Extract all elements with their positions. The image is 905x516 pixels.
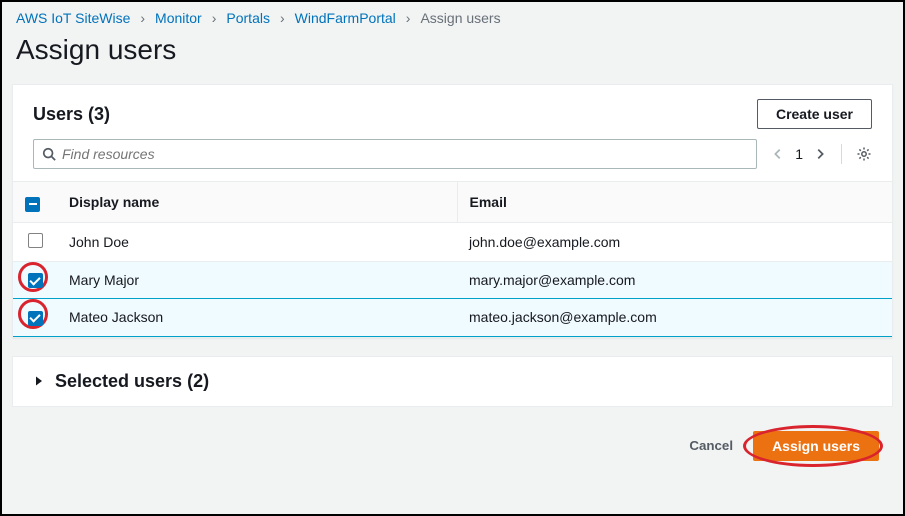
assign-users-button[interactable]: Assign users: [753, 431, 879, 461]
divider: [841, 144, 842, 164]
cell-display-name: Mateo Jackson: [57, 299, 457, 337]
expand-toggle[interactable]: [33, 375, 45, 387]
users-toolbar: 1: [13, 139, 892, 181]
cell-email: mateo.jackson@example.com: [457, 299, 892, 337]
breadcrumb: AWS IoT SiteWise › Monitor › Portals › W…: [2, 2, 903, 30]
create-user-button[interactable]: Create user: [757, 99, 872, 129]
app-frame: AWS IoT SiteWise › Monitor › Portals › W…: [0, 0, 905, 516]
chevron-right-icon: ›: [280, 10, 285, 26]
next-page-button[interactable]: [813, 147, 827, 161]
breadcrumb-monitor[interactable]: Monitor: [155, 10, 202, 26]
select-all-checkbox[interactable]: [25, 197, 40, 212]
page-title: Assign users: [2, 30, 903, 80]
chevron-right-icon: ›: [212, 10, 217, 26]
column-display-name[interactable]: Display name: [57, 182, 457, 223]
users-panel-header: Users (3) Create user: [13, 85, 892, 139]
search-icon: [42, 147, 56, 161]
column-email[interactable]: Email: [457, 182, 892, 223]
page-number: 1: [795, 146, 803, 162]
breadcrumb-portals[interactable]: Portals: [226, 10, 270, 26]
pager: 1: [771, 144, 872, 164]
chevron-right-icon: ›: [406, 10, 411, 26]
chevron-right-icon: ›: [140, 10, 145, 26]
cell-email: mary.major@example.com: [457, 261, 892, 299]
cancel-button[interactable]: Cancel: [675, 432, 747, 459]
table-row[interactable]: Mateo Jackson mateo.jackson@example.com: [13, 299, 892, 337]
footer-actions: Cancel Assign users: [2, 407, 903, 461]
users-table: Display name Email John Doe john.doe@exa…: [13, 181, 892, 337]
users-panel-title: Users (3): [33, 104, 110, 125]
breadcrumb-windfarmportal[interactable]: WindFarmPortal: [295, 10, 396, 26]
selected-users-panel: Selected users (2): [12, 356, 893, 407]
selected-users-title: Selected users (2): [55, 371, 209, 392]
row-checkbox[interactable]: [28, 311, 43, 326]
breadcrumb-current: Assign users: [420, 10, 500, 26]
select-all-header: [13, 182, 57, 223]
row-checkbox[interactable]: [28, 273, 43, 288]
cell-display-name: Mary Major: [57, 261, 457, 299]
settings-button[interactable]: [856, 146, 872, 162]
cell-display-name: John Doe: [57, 222, 457, 261]
table-row[interactable]: John Doe john.doe@example.com: [13, 222, 892, 261]
prev-page-button[interactable]: [771, 147, 785, 161]
cell-email: john.doe@example.com: [457, 222, 892, 261]
users-panel: Users (3) Create user 1: [12, 84, 893, 338]
search-input[interactable]: [62, 144, 748, 164]
table-row[interactable]: Mary Major mary.major@example.com: [13, 261, 892, 299]
row-checkbox[interactable]: [28, 233, 43, 248]
breadcrumb-sitewise[interactable]: AWS IoT SiteWise: [16, 10, 130, 26]
search-field[interactable]: [33, 139, 757, 169]
table-header-row: Display name Email: [13, 182, 892, 223]
